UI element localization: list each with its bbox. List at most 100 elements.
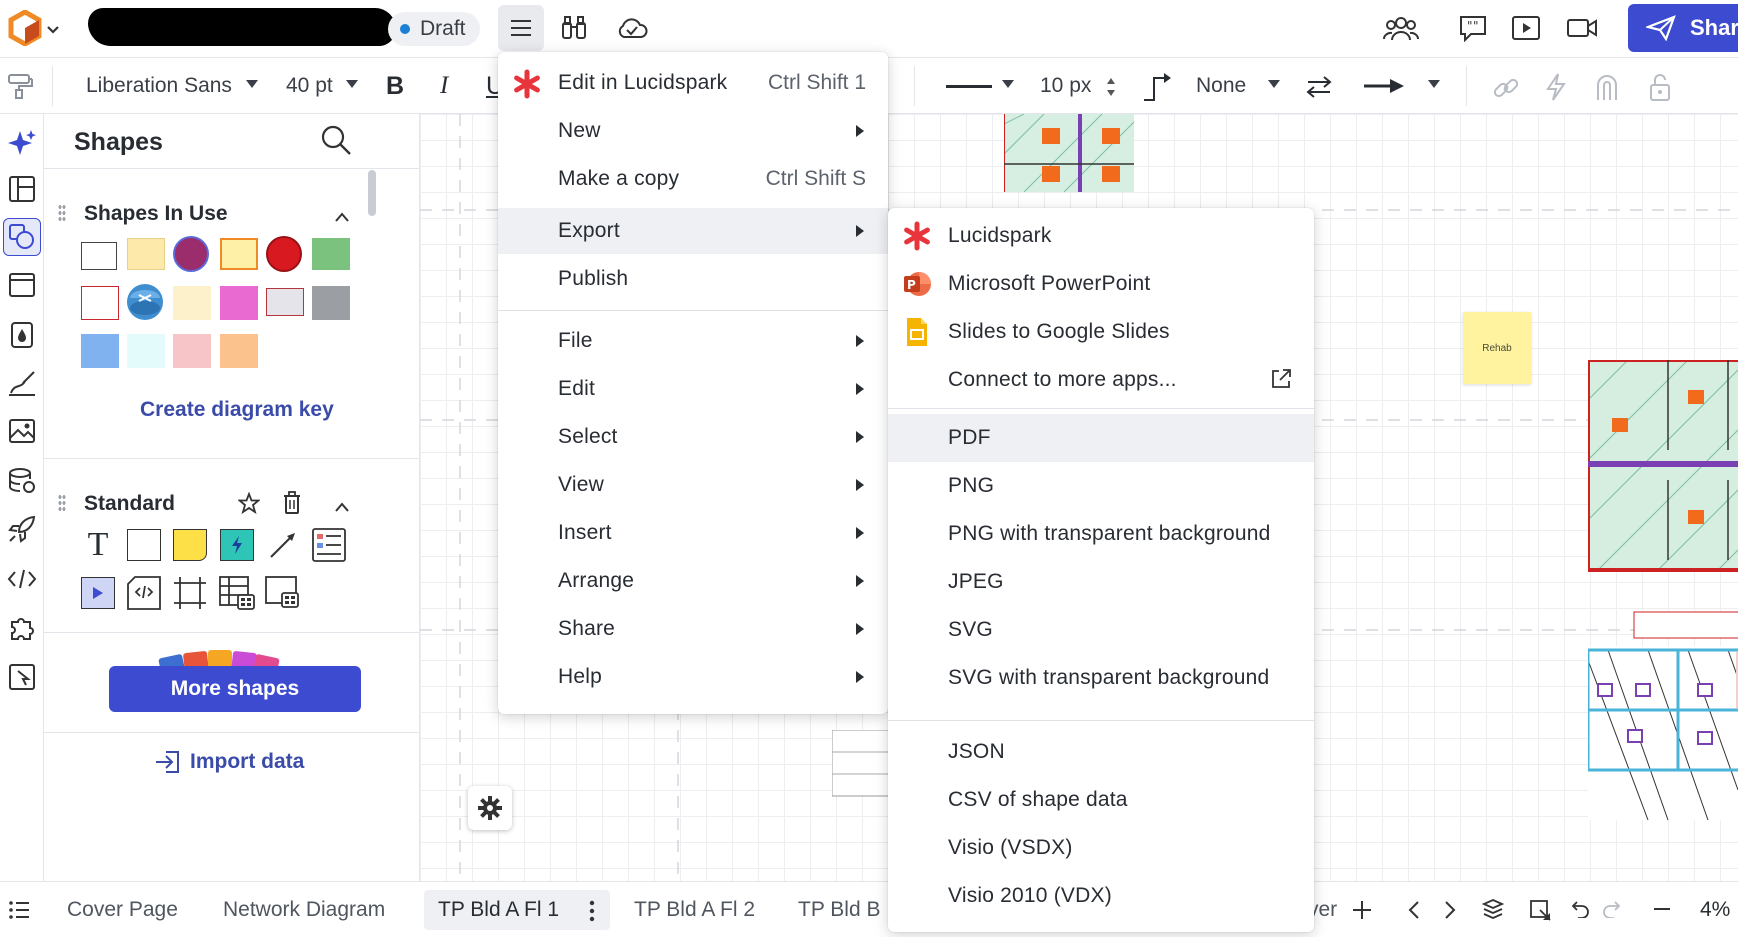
trash-icon[interactable] <box>282 491 302 521</box>
lucid-logo-icon[interactable] <box>8 9 42 47</box>
menu-item-new[interactable]: New <box>498 108 888 154</box>
data-database-icon[interactable] <box>3 462 41 500</box>
arrow-line-shape[interactable] <box>264 527 302 563</box>
export-json[interactable]: JSON <box>888 728 1314 776</box>
bold-button[interactable]: B <box>386 72 404 101</box>
page-tab-tp-bld-b[interactable]: TP Bld B I <box>798 898 892 922</box>
export-png-transparent[interactable]: PNG with transparent background <box>888 510 1314 558</box>
pink-rectangle-shape[interactable] <box>220 286 258 320</box>
light-cyan-rectangle-shape[interactable] <box>127 334 165 368</box>
menu-item-share[interactable]: Share <box>498 606 888 652</box>
rocket-icon[interactable] <box>3 510 41 548</box>
light-yellow-rectangle-shape[interactable] <box>173 286 211 320</box>
menu-item-insert[interactable]: Insert <box>498 510 888 556</box>
font-size-select[interactable]: 40 pt <box>286 74 333 98</box>
fit-to-screen-icon[interactable] <box>1528 898 1552 928</box>
tab-options-icon[interactable] <box>588 900 596 928</box>
draft-badge[interactable]: Draft <box>388 12 480 46</box>
menu-item-arrange[interactable]: Arrange <box>498 558 888 604</box>
italic-button[interactable]: I <box>440 72 448 100</box>
export-lucidspark[interactable]: Lucidspark <box>888 212 1314 260</box>
page-tab-tp-bld-a-fl-2[interactable]: TP Bld A Fl 2 <box>634 898 755 922</box>
fill-drop-icon[interactable] <box>3 316 41 354</box>
plugins-icon[interactable] <box>3 658 41 696</box>
binoculars-icon[interactable] <box>556 10 592 46</box>
menu-item-publish[interactable]: Publish <box>498 256 888 302</box>
sticky-note-shape[interactable] <box>127 238 165 270</box>
export-visio-vsdx[interactable]: Visio (VSDX) <box>888 824 1314 872</box>
line-start-caret-icon[interactable] <box>1268 80 1280 88</box>
export-google-slides[interactable]: Slides to Google Slides <box>888 308 1314 356</box>
list-shape[interactable] <box>310 527 348 563</box>
code-block-shape[interactable] <box>125 575 163 611</box>
table-shape[interactable] <box>218 575 256 611</box>
next-page-icon[interactable] <box>1444 900 1456 926</box>
text-shape[interactable]: T <box>79 526 117 563</box>
zoom-out-icon[interactable] <box>1654 908 1670 910</box>
action-shape[interactable] <box>218 527 256 563</box>
font-family-caret-icon[interactable] <box>246 80 258 88</box>
drag-handle-icon[interactable] <box>58 494 66 512</box>
present-icon[interactable] <box>1508 10 1544 46</box>
chevron-up-icon[interactable] <box>334 496 350 519</box>
more-shapes-button[interactable]: More shapes <box>109 666 361 712</box>
add-page-icon[interactable] <box>1352 900 1372 926</box>
layers-icon[interactable] <box>1481 898 1505 926</box>
export-csv[interactable]: CSV of shape data <box>888 776 1314 824</box>
menu-item-view[interactable]: View <box>498 462 888 508</box>
integrations-puzzle-icon[interactable] <box>3 608 41 646</box>
data-card-shape[interactable] <box>264 575 302 611</box>
export-svg[interactable]: SVG <box>888 606 1314 654</box>
menu-item-file[interactable]: File <box>498 318 888 364</box>
gray-rectangle-shape[interactable] <box>266 288 304 316</box>
chevron-up-icon[interactable] <box>334 206 350 229</box>
menu-item-export[interactable]: Export <box>498 208 888 254</box>
export-png[interactable]: PNG <box>888 462 1314 510</box>
star-favorite-icon[interactable] <box>236 491 262 520</box>
drag-handle-icon[interactable] <box>58 204 66 222</box>
collaborators-icon[interactable] <box>1380 10 1422 46</box>
frame-icon[interactable] <box>3 266 41 304</box>
export-visio-vdx[interactable]: Visio 2010 (VDX) <box>888 872 1314 920</box>
draw-pen-icon[interactable] <box>3 364 41 402</box>
font-size-caret-icon[interactable] <box>346 80 358 88</box>
menu-item-edit-in-lucidspark[interactable]: Edit in Lucidspark Ctrl Shift 1 <box>498 60 888 106</box>
menu-item-edit[interactable]: Edit <box>498 366 888 412</box>
previous-page-icon[interactable] <box>1408 900 1420 926</box>
image-icon[interactable] <box>3 412 41 450</box>
video-call-icon[interactable] <box>1562 10 1602 46</box>
document-title-redacted[interactable] <box>88 8 396 46</box>
green-rectangle-shape[interactable] <box>312 238 350 270</box>
undo-icon[interactable] <box>1568 900 1590 924</box>
swap-arrows-icon[interactable] <box>1304 74 1334 106</box>
link-icon[interactable] <box>1492 74 1520 108</box>
menu-item-help[interactable]: Help <box>498 654 888 700</box>
search-icon[interactable] <box>320 124 352 162</box>
page-tab-cover-page[interactable]: Cover Page <box>67 898 178 922</box>
create-diagram-key-link[interactable]: Create diagram key <box>140 398 334 422</box>
rehab-sticky-note[interactable]: Rehab <box>1463 312 1531 384</box>
templates-icon[interactable] <box>3 170 41 208</box>
line-width-stepper-icon[interactable] <box>1106 76 1116 104</box>
export-pdf[interactable]: PDF <box>888 414 1314 462</box>
container-frame-shape[interactable] <box>171 575 209 611</box>
red-circle-shape[interactable] <box>266 236 302 272</box>
square-shape[interactable] <box>220 238 258 270</box>
lightning-icon[interactable] <box>1544 72 1568 108</box>
font-family-select[interactable]: Liberation Sans <box>86 74 232 98</box>
line-style-icon[interactable] <box>946 85 992 88</box>
code-icon[interactable] <box>3 560 41 598</box>
shapes-icon[interactable] <box>3 218 41 256</box>
line-start-select[interactable]: None <box>1196 74 1246 98</box>
dark-gray-rectangle-shape[interactable] <box>312 286 350 320</box>
elbow-connector-icon[interactable] <box>1140 72 1172 108</box>
circle-shape[interactable] <box>173 236 209 272</box>
page-tab-tp-bld-a-fl-1[interactable]: TP Bld A Fl 1 <box>438 898 559 922</box>
cloud-saved-icon[interactable] <box>612 10 652 46</box>
light-pink-rectangle-shape[interactable] <box>173 334 211 368</box>
peach-rectangle-shape[interactable] <box>220 334 258 368</box>
menu-item-select[interactable]: Select <box>498 414 888 460</box>
format-painter-icon[interactable] <box>6 72 34 106</box>
settings-gear-button[interactable] <box>468 786 512 830</box>
chevron-down-icon[interactable] <box>46 20 60 43</box>
